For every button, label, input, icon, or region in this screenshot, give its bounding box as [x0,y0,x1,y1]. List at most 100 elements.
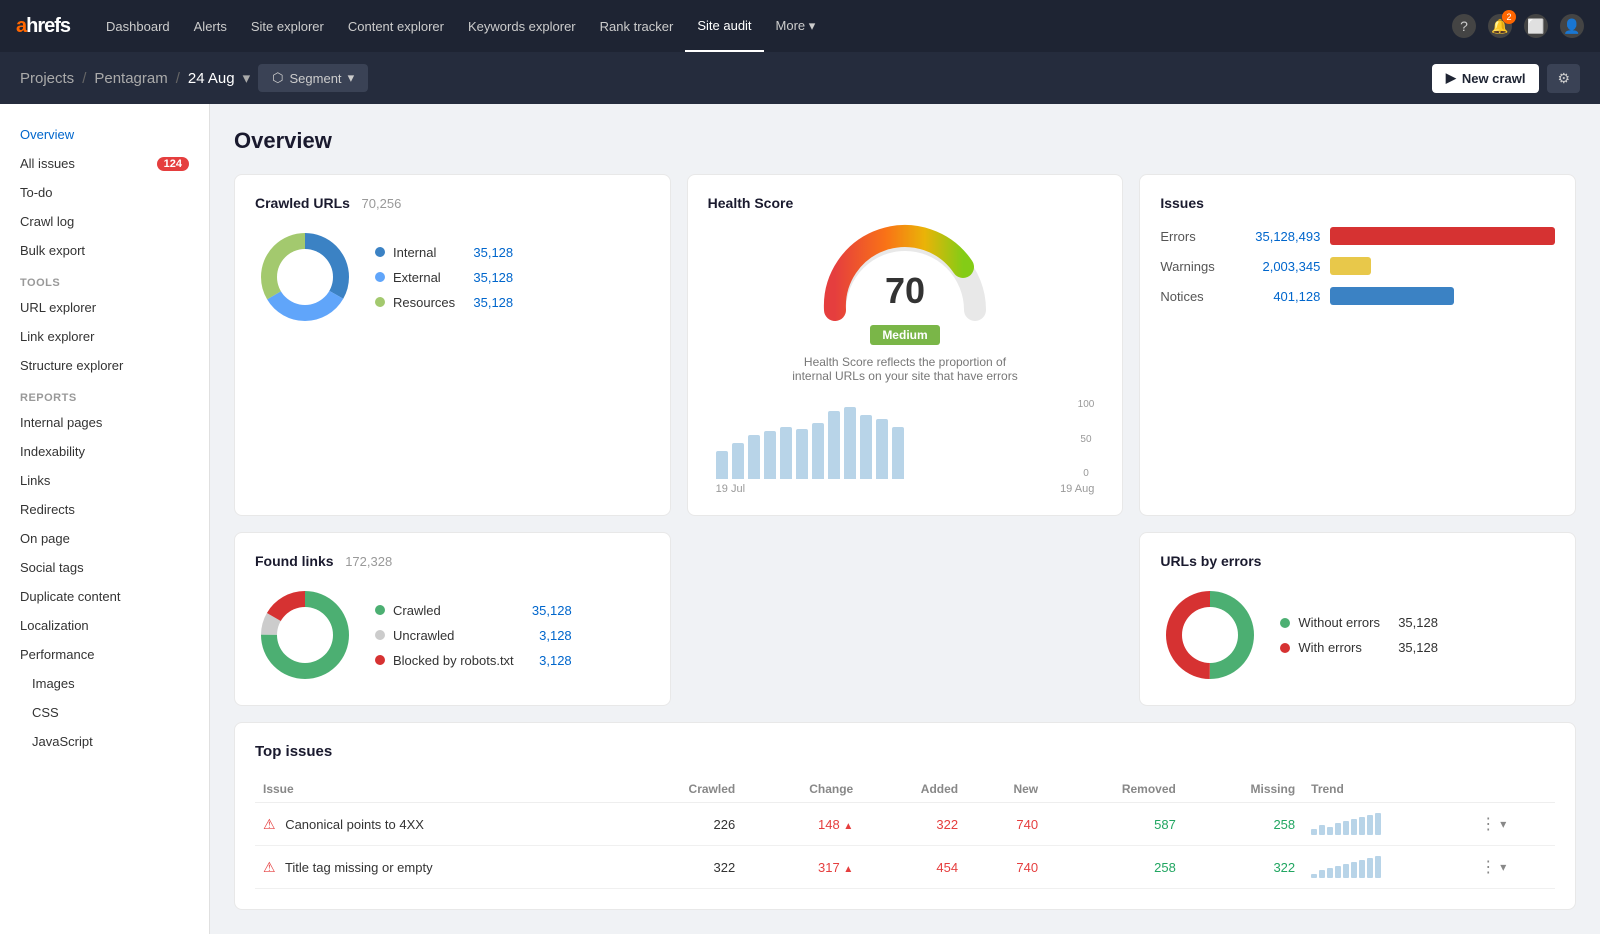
row-actions-2: ⋮ ▾ [1480,857,1547,877]
sidebar-images[interactable]: Images [0,669,209,698]
chevron-button-1[interactable]: ▾ [1500,817,1506,831]
breadcrumb-projects[interactable]: Projects [20,70,74,87]
sidebar-overview[interactable]: Overview [0,120,209,149]
page-title: Overview [234,128,1576,154]
logo[interactable]: ahrefs [16,15,70,38]
breadcrumb-date[interactable]: 24 Aug [188,70,235,87]
nav-content-explorer[interactable]: Content explorer [336,0,456,52]
issue-label-2[interactable]: Title tag missing or empty [285,860,433,875]
found-links-total: 172,328 [345,554,392,569]
col-trend: Trend [1303,776,1472,803]
trend-bar [1327,868,1333,878]
sidebar-all-issues[interactable]: All issues 124 [0,149,209,178]
resources-label: Resources [393,295,455,310]
trend-bar [1375,856,1381,878]
sidebar-links[interactable]: Links [0,466,209,495]
actions-2: ⋮ ▾ [1472,846,1555,889]
dots-button-2[interactable]: ⋮ [1480,857,1496,877]
change-num-2: 317 [818,860,840,875]
external-dot [375,272,385,282]
resources-dot [375,297,385,307]
uncrawled-value[interactable]: 3,128 [522,628,572,643]
sidebar-todo[interactable]: To-do [0,178,209,207]
segment-label: Segment [290,71,342,86]
sidebar-structure-explorer[interactable]: Structure explorer [0,351,209,380]
with-errors-dot [1280,643,1290,653]
trend-bar [1375,813,1381,835]
nav-site-explorer[interactable]: Site explorer [239,0,336,52]
issue-label-1[interactable]: Canonical points to 4XX [285,817,424,832]
col-issue: Issue [255,776,620,803]
sidebar: Overview All issues 124 To-do Crawl log … [0,104,210,934]
nav-site-audit[interactable]: Site audit [685,0,763,52]
sidebar-javascript[interactable]: JavaScript [0,727,209,756]
sidebar-indexability[interactable]: Indexability [0,437,209,466]
urls-by-errors-legend: Without errors 35,128 With errors 35,128 [1280,615,1438,655]
settings-button[interactable]: ⚙ [1547,64,1580,93]
crawled-value[interactable]: 35,128 [522,603,572,618]
y-label-0: 0 [1078,468,1095,479]
resources-value[interactable]: 35,128 [463,295,513,310]
sidebar-crawl-log[interactable]: Crawl log [0,207,209,236]
warnings-value[interactable]: 2,003,345 [1250,259,1320,274]
internal-value[interactable]: 35,128 [463,245,513,260]
col-added: Added [861,776,966,803]
segment-button[interactable]: ⬡ Segment ▾ [258,64,368,92]
user-icon[interactable]: 👤 [1560,14,1584,38]
nav-keywords-explorer[interactable]: Keywords explorer [456,0,588,52]
health-bar [796,429,808,479]
breadcrumb: Projects / Pentagram / 24 Aug ▾ ⬡ Segmen… [20,64,368,92]
breadcrumb-date-chevron[interactable]: ▾ [243,69,251,87]
nav-dashboard[interactable]: Dashboard [94,0,182,52]
y-label-50: 50 [1078,434,1095,445]
col-actions [1472,776,1555,803]
issue-name-1: ⚠ Canonical points to 4XX [255,803,620,846]
legend-internal: Internal 35,128 [375,245,513,260]
top-nav: ahrefs Dashboard Alerts Site explorer Co… [0,0,1600,52]
sidebar-internal-pages[interactable]: Internal pages [0,408,209,437]
trend-2 [1303,846,1472,889]
table-body: ⚠ Canonical points to 4XX 226 148 ▲ 322 … [255,803,1555,889]
urls-by-errors-card: URLs by errors Without errors 35,128 [1139,532,1576,706]
col-crawled: Crawled [620,776,743,803]
dots-button-1[interactable]: ⋮ [1480,814,1496,834]
notices-value[interactable]: 401,128 [1250,289,1320,304]
external-value[interactable]: 35,128 [463,270,513,285]
crawled-urls-legend: Internal 35,128 External 35,128 Resource… [375,245,513,310]
x-label-jul: 19 Jul [716,483,745,495]
issues-title: Issues [1160,195,1555,211]
sidebar-duplicate-content[interactable]: Duplicate content [0,582,209,611]
help-icon[interactable]: ? [1452,14,1476,38]
sidebar-performance[interactable]: Performance [0,640,209,669]
without-errors-value: 35,128 [1388,615,1438,630]
segment-icon: ⬡ [272,70,283,86]
new-crawl-button[interactable]: ▶ New crawl [1432,64,1540,93]
without-errors-item: Without errors 35,128 [1280,615,1438,630]
main-layout: Overview All issues 124 To-do Crawl log … [0,104,1600,934]
breadcrumb-pentagram[interactable]: Pentagram [94,70,167,87]
nav-more[interactable]: More ▾ [764,0,828,52]
sidebar-social-tags[interactable]: Social tags [0,553,209,582]
health-bar-chart: 100 50 0 [708,399,1103,479]
sidebar-redirects[interactable]: Redirects [0,495,209,524]
chevron-button-2[interactable]: ▾ [1500,860,1506,874]
x-label-aug: 19 Aug [1060,483,1094,495]
breadcrumb-bar: Projects / Pentagram / 24 Aug ▾ ⬡ Segmen… [0,52,1600,104]
display-icon[interactable]: ⬜ [1524,14,1548,38]
blocked-value[interactable]: 3,128 [522,653,572,668]
trend-bar [1335,866,1341,878]
notifications-icon[interactable]: 🔔 2 [1488,14,1512,38]
y-axis-labels: 100 50 0 [1078,399,1095,479]
sidebar-bulk-export[interactable]: Bulk export [0,236,209,265]
sidebar-css[interactable]: CSS [0,698,209,727]
sidebar-on-page[interactable]: On page [0,524,209,553]
errors-value[interactable]: 35,128,493 [1250,229,1320,244]
sidebar-link-explorer[interactable]: Link explorer [0,322,209,351]
nav-alerts[interactable]: Alerts [182,0,239,52]
nav-rank-tracker[interactable]: Rank tracker [588,0,686,52]
sidebar-url-explorer[interactable]: URL explorer [0,293,209,322]
urls-by-errors-donut [1160,585,1260,685]
issues-list: Errors 35,128,493 Warnings 2,003,345 [1160,227,1555,305]
sidebar-localization[interactable]: Localization [0,611,209,640]
found-links-chart: Crawled 35,128 Uncrawled 3,128 Blocked b… [255,585,650,685]
